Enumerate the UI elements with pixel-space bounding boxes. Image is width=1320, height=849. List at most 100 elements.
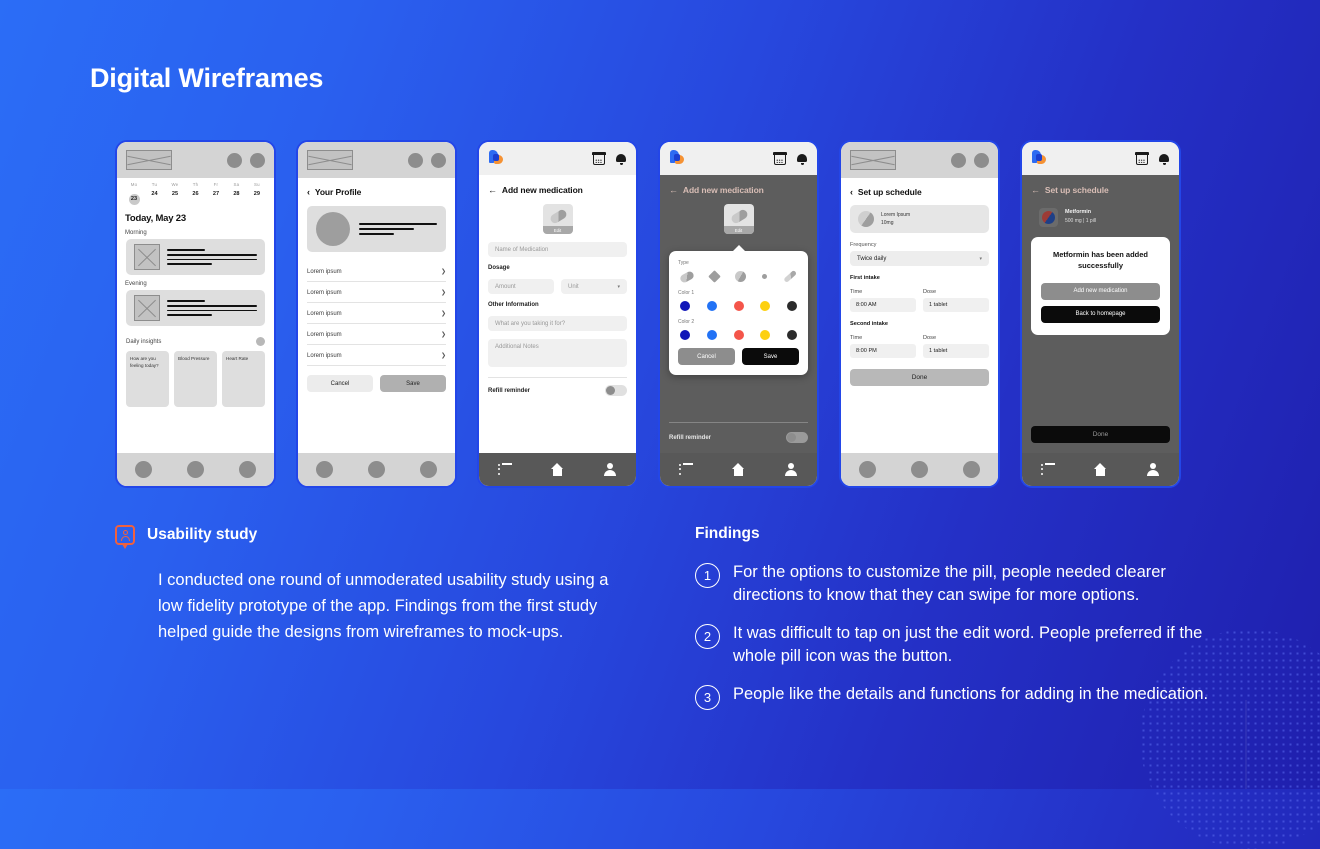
list-icon[interactable]: [679, 463, 694, 476]
pill-preview-button[interactable]: Edit: [723, 204, 754, 234]
findings-heading: Findings: [695, 525, 760, 542]
modal-scrim[interactable]: ← Add new medication Edit Refill reminde…: [660, 175, 817, 453]
person-icon[interactable]: [603, 463, 617, 476]
list-item[interactable]: Lorem ipsum ❯: [307, 282, 446, 303]
nav-item-icon[interactable]: [186, 461, 204, 478]
bottom-nav-wireframe[interactable]: [298, 453, 455, 486]
color-swatch-black[interactable]: [787, 301, 797, 311]
nav-item-icon[interactable]: [134, 461, 152, 478]
edit-label[interactable]: Edit: [542, 226, 573, 234]
list-item[interactable]: Lorem ipsum ❯: [307, 345, 446, 366]
medication-card[interactable]: [126, 239, 265, 275]
pill-preview-button[interactable]: Edit: [542, 204, 573, 234]
refill-reminder-toggle[interactable]: [786, 432, 808, 443]
chevron-left-icon[interactable]: ‹: [307, 187, 310, 197]
color-swatch-blue[interactable]: [706, 301, 717, 311]
dose-input[interactable]: 1 tablet: [923, 344, 989, 358]
home-icon[interactable]: [550, 463, 564, 476]
nav-item-icon[interactable]: [367, 461, 385, 478]
done-button[interactable]: Done: [1031, 426, 1170, 443]
nav-item-icon[interactable]: [420, 461, 438, 478]
pill-type-dot-option[interactable]: [762, 274, 767, 279]
color-swatch-yellow[interactable]: [760, 301, 771, 311]
unit-select[interactable]: Unit ▾: [561, 279, 627, 294]
home-icon[interactable]: [731, 463, 745, 476]
profile-summary-card[interactable]: [307, 206, 446, 252]
calendar-icon[interactable]: [773, 151, 787, 165]
nav-item-icon[interactable]: [239, 461, 257, 478]
more-options-icon[interactable]: [256, 337, 265, 346]
list-item-label: Lorem ipsum: [307, 310, 342, 317]
notes-textarea[interactable]: Additional Notes: [488, 339, 627, 367]
purpose-input[interactable]: What are you taking it for?: [488, 316, 627, 331]
pill-type-round-option[interactable]: [735, 271, 746, 282]
list-item[interactable]: Lorem ipsum ❯: [307, 324, 446, 345]
refill-reminder-toggle[interactable]: [605, 385, 627, 396]
amount-input[interactable]: Amount: [488, 279, 554, 294]
cancel-button[interactable]: Cancel: [678, 348, 735, 365]
insight-card[interactable]: Heart Rate: [222, 351, 265, 407]
calendar-day-3[interactable]: Th 26: [185, 182, 205, 205]
frequency-select[interactable]: Twice daily ▾: [850, 251, 989, 266]
add-new-medication-button[interactable]: Add new medication: [1041, 282, 1160, 300]
pill-type-diamond-option[interactable]: [708, 270, 721, 283]
list-icon[interactable]: [498, 463, 513, 476]
bottom-nav-wireframe[interactable]: [117, 453, 274, 486]
dose-input[interactable]: 1 tablet: [923, 298, 989, 312]
nav-item-icon[interactable]: [910, 461, 928, 478]
calendar-day-2[interactable]: We 25: [165, 182, 185, 205]
calendar-day-5[interactable]: Sa 28: [226, 182, 246, 205]
nav-item-icon[interactable]: [963, 461, 981, 478]
insight-card[interactable]: How are you feeling today?: [126, 351, 169, 407]
save-button[interactable]: Save: [742, 348, 799, 365]
calendar-day-1[interactable]: Tu 24: [144, 182, 164, 205]
home-icon[interactable]: [1093, 463, 1107, 476]
bell-icon[interactable]: [797, 153, 807, 165]
pill-type-thin-capsule-option[interactable]: [783, 270, 797, 283]
insight-card[interactable]: Blood Pressure: [174, 351, 217, 407]
color-swatch-blue[interactable]: [706, 330, 717, 340]
person-icon[interactable]: [784, 463, 798, 476]
calendar-icon[interactable]: [1135, 151, 1149, 165]
color-swatch-red[interactable]: [733, 330, 744, 340]
pill-type-capsule-option[interactable]: [678, 269, 696, 284]
arrow-left-icon[interactable]: ←: [669, 185, 678, 195]
person-icon[interactable]: [1146, 463, 1160, 476]
bottom-nav-app[interactable]: [660, 453, 817, 486]
nav-item-icon[interactable]: [315, 461, 333, 478]
list-icon[interactable]: [1041, 463, 1056, 476]
calendar-icon[interactable]: [592, 151, 606, 165]
week-calendar[interactable]: Mo 23 Tu 24 We 25 Th 26 Fr 27 Sa 28 Su 2…: [117, 178, 274, 205]
edit-label[interactable]: Edit: [723, 226, 754, 234]
arrow-left-icon[interactable]: ←: [1031, 185, 1040, 195]
bottom-nav-app[interactable]: [479, 453, 636, 486]
modal-scrim[interactable]: ← Set up schedule Metformin 500 mg | 1 p…: [1022, 175, 1179, 453]
bell-icon[interactable]: [1159, 153, 1169, 165]
color-swatch-navy[interactable]: [680, 301, 690, 311]
medication-name-input[interactable]: Name of Medication: [488, 242, 627, 257]
bell-icon[interactable]: [616, 153, 626, 165]
list-item[interactable]: Lorem ipsum ❯: [307, 261, 446, 282]
second-intake-dose: Dose 1 tablet: [923, 330, 989, 358]
arrow-left-icon[interactable]: ←: [488, 185, 497, 195]
medication-card[interactable]: [126, 290, 265, 326]
bottom-nav-wireframe[interactable]: [841, 453, 998, 486]
time-input[interactable]: 8:00 AM: [850, 298, 916, 312]
bottom-nav-app[interactable]: [1022, 453, 1179, 486]
color-swatch-red[interactable]: [733, 301, 744, 311]
back-to-homepage-button[interactable]: Back to homepage: [1041, 305, 1160, 323]
success-modal: Metformin has been added successfully Ad…: [1031, 237, 1170, 335]
color-swatch-navy[interactable]: [680, 330, 690, 340]
nav-item-icon[interactable]: [858, 461, 876, 478]
chevron-left-icon[interactable]: ‹: [850, 187, 853, 197]
done-button[interactable]: Done: [850, 369, 989, 386]
cancel-button[interactable]: Cancel: [307, 375, 373, 392]
save-button[interactable]: Save: [380, 375, 446, 392]
calendar-day-4[interactable]: Fr 27: [206, 182, 226, 205]
color-swatch-black[interactable]: [787, 330, 797, 340]
calendar-day-6[interactable]: Su 29: [247, 182, 267, 205]
color-swatch-yellow[interactable]: [760, 330, 771, 340]
calendar-day-0[interactable]: Mo 23: [124, 182, 144, 205]
time-input[interactable]: 8:00 PM: [850, 344, 916, 358]
list-item[interactable]: Lorem ipsum ❯: [307, 303, 446, 324]
